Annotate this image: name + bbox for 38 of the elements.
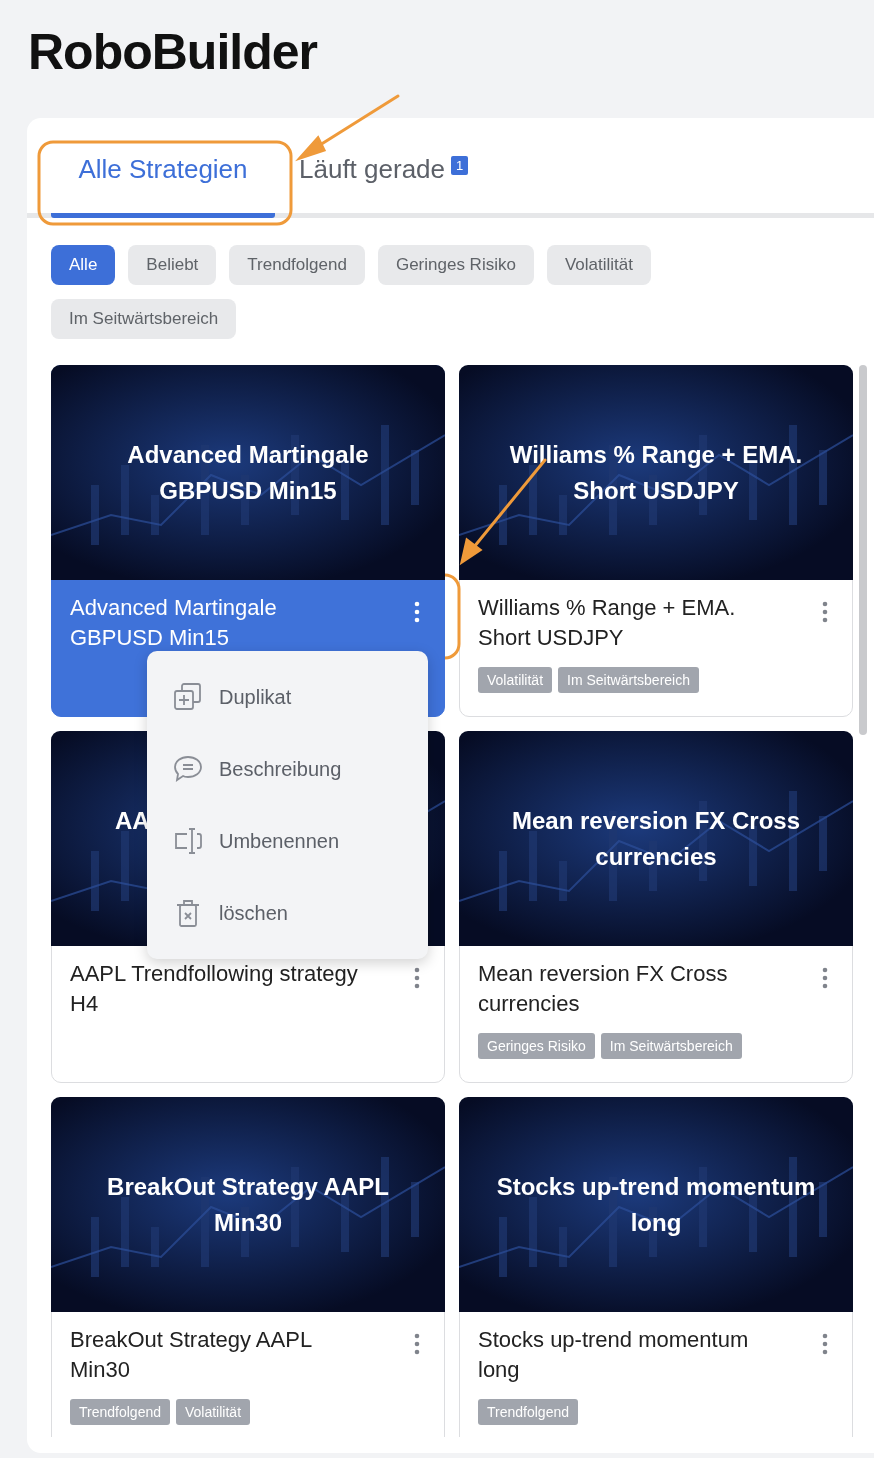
image-title: Williams % Range + EMA. Short USDJPY [508,439,804,506]
strategy-card[interactable]: Mean reversion FX Cross currencies Mean reversion FX Cross currencies Geringes Risiko Im Seitwärtsbereich [459,731,853,1083]
card-title: Advanced Martingale GBPUSD Min15 [70,594,278,652]
menu-item[interactable]: Beschreibung [147,733,428,805]
card-title: AAPL Trendfollowing strategy H4 [70,960,359,1018]
comment-icon [173,755,203,783]
filter-chip[interactable]: Geringes Risiko [377,245,534,285]
strategy-card[interactable]: Williams % Range + EMA. Short USDJPY Williams % Range + EMA. Short USDJPY Volatilität Im Seitwärtsbereich [459,365,853,717]
app-title: RoboBuilder [27,23,319,82]
tag: Trendfolgend [70,1399,170,1425]
rename-icon [173,827,203,855]
menu-item[interactable]: Umbenennen [147,805,428,877]
strategy-card[interactable]: Stocks up-trend momentum long Stocks up-trend momentum long Trendfolgend [459,1097,853,1437]
image-title: AA [115,806,150,836]
tag: Volatilität [478,667,553,693]
image-title: Advanced Martingale GBPUSD Min15 [126,439,370,506]
tag: Trendfolgend [478,1399,578,1425]
tab[interactable]: Alle Strategien [51,144,275,218]
image-title: Mean reversion FX Cross currencies [510,805,802,872]
menu-item[interactable]: löschen [147,877,428,949]
tag: Geringes Risiko [478,1033,595,1059]
card-title: Stocks up-trend momentum long [478,1326,750,1384]
strategy-card[interactable]: BreakOut Strategy AAPL Min30 BreakOut Strategy AAPL Min30 Trendfolgend Volatilität [51,1097,445,1437]
card-title: Mean reversion FX Cross currencies [478,960,729,1018]
filter-chip[interactable]: Trendfolgend [229,245,365,285]
count-badge: 1 [451,156,469,175]
duplicate-icon [173,682,203,712]
card-title: BreakOut Strategy AAPL Min30 [70,1326,313,1384]
image-title: BreakOut Strategy AAPL Min30 [106,1171,390,1238]
card-title: Williams % Range + EMA. Short USDJPY [478,594,737,652]
filter-chip[interactable]: Volatilität [546,245,651,285]
tag: Im Seitwärtsbereich [600,1033,742,1059]
filter-chip[interactable]: Im Seitwärtsbereich [51,299,237,339]
image-title: Stocks up-trend momentum long [495,1171,817,1238]
tag: Volatilität [176,1399,251,1425]
filter-chip[interactable]: Alle [51,245,116,285]
tag: Im Seitwärtsbereich [558,667,699,693]
filter-chip[interactable]: Beliebt [128,245,217,285]
